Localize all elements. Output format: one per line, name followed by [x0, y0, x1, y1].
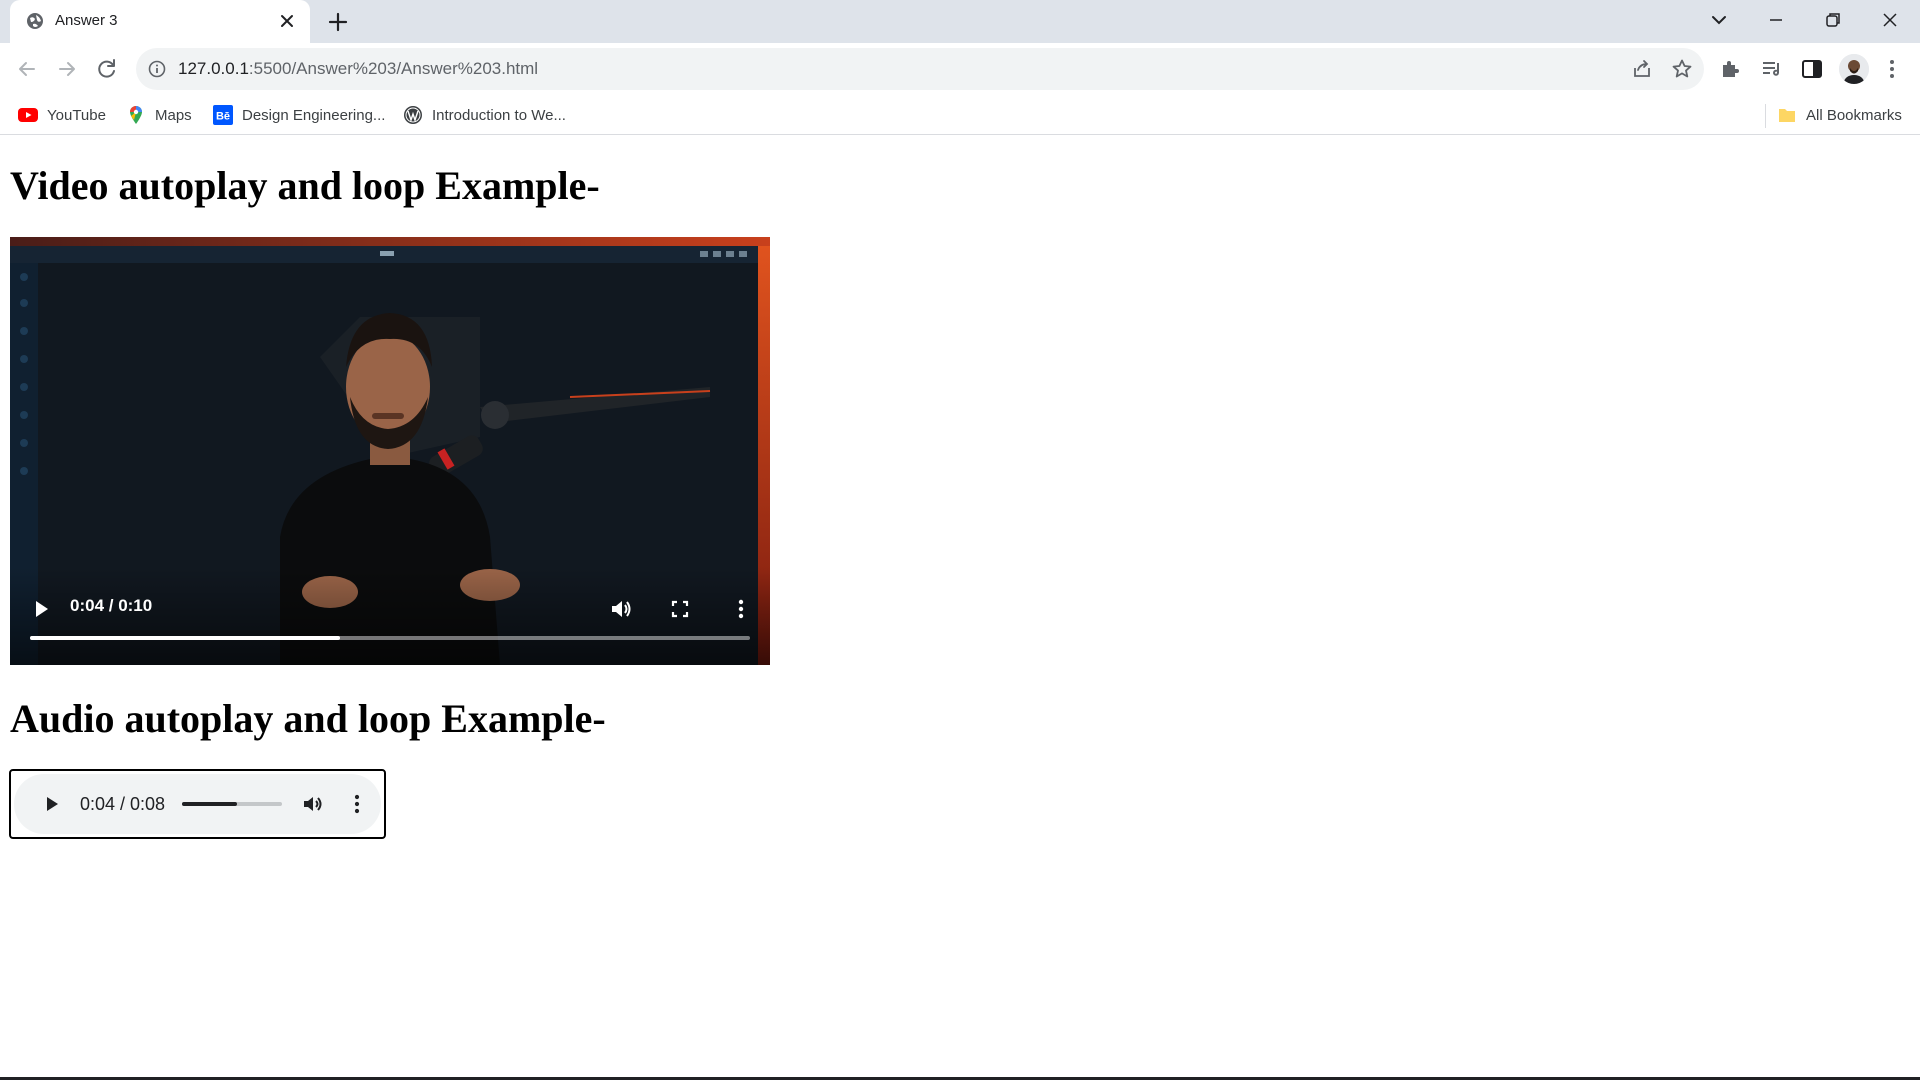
svg-text:Bē: Bē — [216, 111, 230, 123]
video-progress-fill — [30, 636, 340, 640]
person-icon — [1839, 54, 1869, 84]
wordpress-icon — [404, 106, 422, 124]
video-more-options-icon[interactable] — [728, 596, 754, 622]
audio-volume-icon[interactable] — [301, 792, 325, 816]
profile-avatar[interactable] — [1839, 54, 1869, 84]
maps-pin-icon — [130, 106, 142, 124]
all-bookmarks-folder[interactable]: All Bookmarks — [1777, 102, 1902, 128]
url-host: 127.0.0.1 — [178, 59, 249, 78]
bookmark-design-engineering[interactable]: Bē Design Engineering... — [213, 102, 385, 128]
audio-play-icon[interactable] — [40, 792, 64, 816]
audio-progress-bar[interactable] — [182, 802, 282, 806]
behance-icon: Bē — [213, 105, 233, 125]
audio-more-options-icon[interactable] — [345, 792, 369, 816]
video-player[interactable]: 0:04 / 0:10 — [10, 237, 770, 665]
browser-menu-kebab-icon[interactable] — [1879, 56, 1905, 82]
tab-search-chevron-icon[interactable] — [1707, 8, 1731, 32]
url-path: :5500/Answer%203/Answer%203.html — [248, 59, 539, 78]
bookmark-youtube[interactable]: YouTube — [18, 102, 106, 128]
side-panel-icon[interactable] — [1799, 56, 1825, 82]
bookmark-introduction[interactable]: Introduction to We... — [403, 102, 566, 128]
tab-strip: Answer 3 — [0, 0, 1920, 43]
bookmarks-separator — [1765, 104, 1766, 128]
video-time-display: 0:04 / 0:10 — [70, 596, 153, 615]
page-content: Video autoplay and loop Example- 0:04 / … — [0, 136, 1920, 1077]
all-bookmarks-label: All Bookmarks — [1806, 106, 1902, 124]
tab-answer-3[interactable]: Answer 3 — [10, 0, 310, 43]
video-heading: Video autoplay and loop Example- — [10, 163, 600, 208]
video-volume-icon[interactable] — [608, 596, 634, 622]
address-bar[interactable]: 127.0.0.1:5500/Answer%203/Answer%203.htm… — [136, 48, 1704, 90]
video-fullscreen-icon[interactable] — [667, 596, 693, 622]
folder-icon — [1779, 109, 1795, 122]
bookmarks-bar: YouTube Maps Bē Design Engineering... In… — [0, 96, 1920, 135]
bookmark-label: Introduction to We... — [432, 106, 566, 124]
reload-icon[interactable] — [94, 56, 120, 82]
bookmark-maps[interactable]: Maps — [126, 102, 192, 128]
restore-icon[interactable] — [1821, 8, 1845, 32]
extensions-puzzle-icon[interactable] — [1718, 56, 1744, 82]
bookmark-star-icon[interactable] — [1671, 58, 1693, 80]
audio-time-display: 0:04 / 0:08 — [80, 794, 166, 814]
tab-title: Answer 3 — [55, 12, 118, 29]
forward-arrow-icon[interactable] — [54, 56, 80, 82]
audio-progress-fill — [182, 802, 237, 806]
globe-icon — [27, 13, 43, 29]
url-text: 127.0.0.1:5500/Answer%203/Answer%203.htm… — [178, 59, 538, 79]
close-tab-icon[interactable] — [278, 12, 296, 30]
bookmark-label: YouTube — [47, 106, 106, 124]
reading-list-icon[interactable] — [1759, 56, 1785, 82]
audio-heading: Audio autoplay and loop Example- — [10, 696, 606, 741]
share-icon[interactable] — [1631, 58, 1653, 80]
youtube-icon — [18, 108, 38, 122]
audio-player[interactable]: 0:04 / 0:08 — [9, 769, 386, 839]
browser-toolbar: 127.0.0.1:5500/Answer%203/Answer%203.htm… — [0, 43, 1920, 96]
new-tab-plus-icon[interactable] — [326, 10, 350, 34]
video-play-icon[interactable] — [28, 596, 54, 622]
bookmark-label: Design Engineering... — [242, 106, 386, 124]
video-progress-bar[interactable] — [30, 636, 750, 640]
close-window-icon[interactable] — [1878, 8, 1902, 32]
site-info-icon[interactable] — [148, 60, 166, 78]
bookmark-label: Maps — [155, 106, 192, 124]
back-arrow-icon[interactable] — [14, 56, 40, 82]
minimize-icon[interactable] — [1764, 8, 1788, 32]
audio-control-bar: 0:04 / 0:08 — [14, 774, 381, 834]
